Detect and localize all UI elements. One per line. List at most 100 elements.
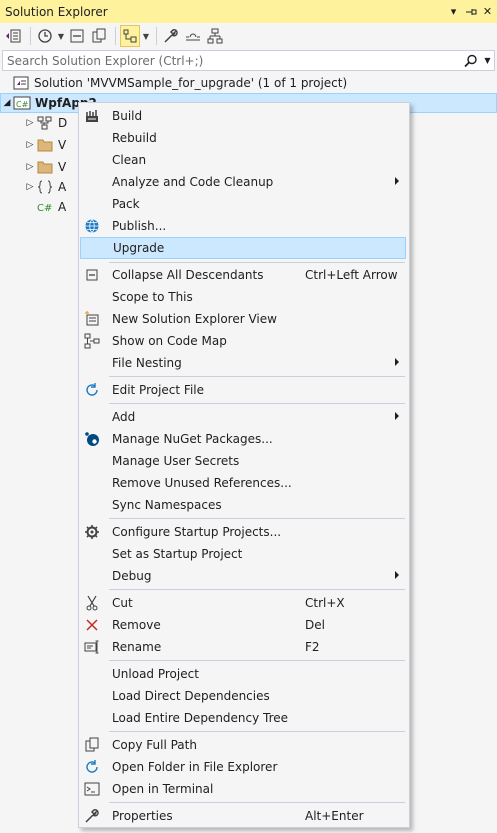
menu-item-remove-unused-refs[interactable]: Remove Unused References... <box>79 472 409 494</box>
class-diagram-icon[interactable] <box>205 25 225 47</box>
open-folder-refresh-icon <box>83 758 101 776</box>
menu-item-nuget[interactable]: Manage NuGet Packages... <box>79 428 409 450</box>
menu-item-rebuild[interactable]: Rebuild <box>79 127 409 149</box>
submenu-arrow-icon <box>395 358 399 366</box>
menu-item-properties[interactable]: Properties Alt+Enter <box>79 805 409 827</box>
toolbar-separator <box>115 27 116 45</box>
menu-item-user-secrets[interactable]: Manage User Secrets <box>79 450 409 472</box>
code-map-icon <box>83 332 101 350</box>
menu-item-cut[interactable]: Cut Ctrl+X <box>79 592 409 614</box>
wrench-icon <box>83 807 101 825</box>
expand-arrow-icon[interactable]: ▷ <box>24 157 36 177</box>
toolbar-separator <box>156 27 157 45</box>
menu-separator <box>109 802 405 803</box>
expand-arrow-icon[interactable]: ▷ <box>24 135 36 155</box>
gear-icon <box>83 523 101 541</box>
menu-item-open-terminal[interactable]: Open in Terminal <box>79 778 409 800</box>
search-box: ▼ <box>2 50 495 71</box>
rename-icon <box>83 638 101 656</box>
menu-separator <box>109 660 405 661</box>
menu-separator <box>109 262 405 263</box>
tree-item-solution[interactable]: Solution 'MVVMSample_for_upgrade' (1 of … <box>0 73 497 93</box>
sync-dropdown-icon[interactable]: ▼ <box>142 25 150 47</box>
submenu-arrow-icon <box>395 177 399 185</box>
menu-item-clean[interactable]: Clean <box>79 149 409 171</box>
remove-x-icon <box>83 616 101 634</box>
copy-icon <box>83 736 101 754</box>
menu-item-file-nesting[interactable]: File Nesting <box>79 352 409 374</box>
pin-dropdown-icon[interactable]: ▾ <box>446 2 461 22</box>
menu-item-analyze[interactable]: Analyze and Code Cleanup <box>79 171 409 193</box>
menu-item-debug[interactable]: Debug <box>79 565 409 587</box>
sync-active-doc-icon[interactable] <box>120 25 140 47</box>
menu-item-sync-namespaces[interactable]: Sync Namespaces <box>79 494 409 516</box>
vs-switch-views-icon[interactable] <box>4 25 24 47</box>
menu-item-upgrade[interactable]: Upgrade <box>80 237 406 259</box>
menu-item-add[interactable]: Add <box>79 406 409 428</box>
csharp-file-icon: C# <box>36 198 54 216</box>
properties-wrench-icon[interactable] <box>161 25 181 47</box>
tree-item-label: V <box>58 138 67 152</box>
terminal-icon <box>83 780 101 798</box>
close-icon[interactable]: ✕ <box>480 2 495 22</box>
submenu-arrow-icon <box>395 412 399 420</box>
csharp-project-icon: C# <box>13 94 31 112</box>
menu-item-collapse-all[interactable]: Collapse All Descendants Ctrl+Left Arrow <box>79 264 409 286</box>
submenu-arrow-icon <box>395 571 399 579</box>
menu-separator <box>109 589 405 590</box>
collapse-all-icon[interactable] <box>67 25 87 47</box>
collapse-icon <box>83 266 101 284</box>
menu-item-build[interactable]: Build <box>79 105 409 127</box>
history-dropdown-icon[interactable]: ▼ <box>57 25 65 47</box>
menu-item-load-tree[interactable]: Load Entire Dependency Tree <box>79 707 409 729</box>
search-options-dropdown-icon[interactable]: ▼ <box>480 51 494 70</box>
menu-item-scope-to-this[interactable]: Scope to This <box>79 286 409 308</box>
menu-item-new-view[interactable]: New Solution Explorer View <box>79 308 409 330</box>
svg-text:C#: C# <box>16 100 29 109</box>
tree-item-label: A <box>58 180 67 194</box>
panel-title: Solution Explorer <box>5 4 108 19</box>
menu-separator <box>109 518 405 519</box>
new-view-icon <box>83 310 101 328</box>
tree-item-label: V <box>58 160 67 174</box>
folder-icon <box>36 136 54 154</box>
nuget-icon <box>83 430 101 448</box>
edit-refresh-icon <box>83 381 101 399</box>
collapse-arrow-icon[interactable]: ◢ <box>1 93 13 113</box>
history-icon[interactable] <box>35 25 55 47</box>
menu-item-remove[interactable]: Remove Del <box>79 614 409 636</box>
menu-item-pack[interactable]: Pack <box>79 193 409 215</box>
menu-item-copy-path[interactable]: Copy Full Path <box>79 734 409 756</box>
show-all-files-icon[interactable] <box>183 25 203 47</box>
solution-icon <box>12 74 30 92</box>
menu-item-load-direct[interactable]: Load Direct Dependencies <box>79 685 409 707</box>
scissors-icon <box>83 594 101 612</box>
toolbar: ▼ ▼ <box>0 23 497 49</box>
build-icon <box>83 107 101 125</box>
pin-icon[interactable] <box>463 2 478 22</box>
menu-item-open-folder[interactable]: Open Folder in File Explorer <box>79 756 409 778</box>
dependencies-icon <box>36 114 54 132</box>
search-icon[interactable] <box>462 51 480 70</box>
menu-separator <box>109 376 405 377</box>
menu-item-publish[interactable]: Publish... <box>79 215 409 237</box>
assembly-info-icon <box>36 178 54 196</box>
menu-item-rename[interactable]: Rename F2 <box>79 636 409 658</box>
panel-title-bar: Solution Explorer ▾ ✕ <box>0 0 497 23</box>
menu-separator <box>109 403 405 404</box>
menu-item-code-map[interactable]: Show on Code Map <box>79 330 409 352</box>
menu-item-set-startup[interactable]: Set as Startup Project <box>79 543 409 565</box>
menu-item-configure-startup[interactable]: Configure Startup Projects... <box>79 521 409 543</box>
folder-icon <box>36 158 54 176</box>
tree-item-label: A <box>58 200 67 214</box>
expand-arrow-icon[interactable]: ▷ <box>24 177 36 197</box>
menu-item-edit-project-file[interactable]: Edit Project File <box>79 379 409 401</box>
copy-views-icon[interactable] <box>89 25 109 47</box>
tree-item-label: D <box>58 116 68 130</box>
menu-item-unload[interactable]: Unload Project <box>79 663 409 685</box>
search-input[interactable] <box>3 51 462 70</box>
toolbar-separator <box>30 27 31 45</box>
expand-arrow-icon[interactable]: ▷ <box>24 113 36 133</box>
menu-separator <box>109 731 405 732</box>
context-menu: Build Rebuild Clean Analyze and Code Cle… <box>78 102 410 828</box>
